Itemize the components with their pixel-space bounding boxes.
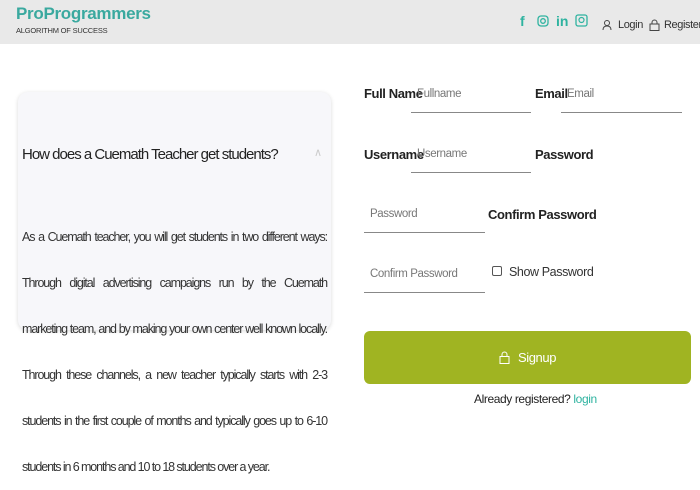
show-password-checkbox[interactable]: [492, 266, 502, 276]
already-registered: Already registered? login: [474, 392, 597, 406]
user-icon: [602, 20, 612, 31]
linkedin-icon[interactable]: in: [556, 13, 568, 29]
signup-button[interactable]: Signup: [364, 331, 691, 384]
login-label: Login: [618, 19, 643, 31]
brand-tagline: ALGORITHM OF SUCCESS: [16, 26, 108, 35]
full-name-input[interactable]: [411, 83, 531, 113]
email-icon[interactable]: [575, 14, 588, 30]
email-input[interactable]: [561, 83, 682, 113]
faq-answer: As a Cuemath teacher, you will get stude…: [22, 230, 328, 474]
password-label: Password: [535, 147, 594, 162]
confirm-password-label: Confirm Password: [488, 207, 597, 222]
signup-label: Signup: [517, 350, 557, 365]
register-link[interactable]: Register: [649, 19, 700, 31]
instagram-icon[interactable]: [537, 14, 549, 30]
username-input[interactable]: [411, 143, 531, 173]
register-label: Register: [664, 19, 700, 31]
password-input[interactable]: [364, 203, 485, 233]
confirm-password-input[interactable]: [364, 263, 485, 293]
brand-logo[interactable]: ProProgrammers: [16, 4, 151, 24]
lock-icon: [499, 351, 510, 364]
facebook-icon[interactable]: f: [520, 13, 525, 29]
already-text: Already registered?: [474, 392, 571, 406]
show-password-label[interactable]: Show Password: [509, 265, 594, 279]
login-link[interactable]: Login: [602, 19, 643, 31]
chevron-up-icon[interactable]: ∧: [314, 146, 322, 159]
faq-question[interactable]: How does a Cuemath Teacher get students?: [22, 146, 279, 163]
login-link-bottom[interactable]: login: [573, 392, 597, 406]
header: ProProgrammers ALGORITHM OF SUCCESS f in…: [0, 0, 700, 44]
lock-icon: [649, 19, 660, 31]
